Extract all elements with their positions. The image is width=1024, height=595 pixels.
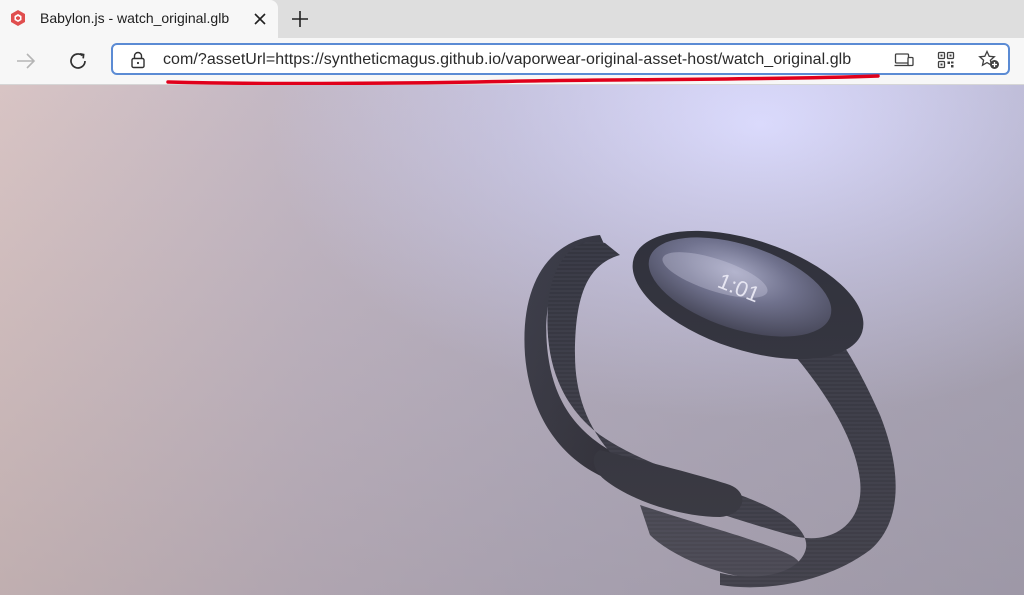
app-available-button[interactable] (892, 49, 916, 71)
babylonjs-logo-icon (11, 10, 25, 26)
arrow-right-icon (17, 53, 36, 69)
plus-icon (292, 11, 308, 27)
tab-close-button[interactable] (250, 9, 270, 29)
tab-babylon-viewer[interactable]: Babylon.js - watch_original.glb (0, 0, 278, 38)
app-install-icon (894, 53, 914, 67)
watch-3d-model[interactable]: 1:01 (0, 85, 1024, 595)
forward-button[interactable] (10, 46, 42, 76)
browser-toolbar: com/?assetUrl=https://syntheticmagus.git… (0, 38, 1024, 85)
qr-code-button[interactable] (934, 49, 958, 71)
add-favorite-button[interactable] (977, 49, 1001, 71)
lock-icon[interactable] (129, 51, 147, 69)
address-bar[interactable]: com/?assetUrl=https://syntheticmagus.git… (111, 43, 1010, 75)
tab-strip: Babylon.js - watch_original.glb (0, 0, 1024, 38)
browser-window: Babylon.js - watch_original.glb com/?ass… (0, 0, 1024, 595)
watch-band-tongue (593, 450, 743, 517)
star-add-icon (978, 50, 999, 69)
url-text[interactable]: com/?assetUrl=https://syntheticmagus.git… (163, 51, 851, 69)
new-tab-button[interactable] (286, 5, 314, 33)
qr-code-icon (937, 51, 955, 69)
reload-button[interactable] (62, 46, 94, 76)
babylon-render-canvas[interactable]: 1:01 (0, 85, 1024, 595)
refresh-icon (70, 52, 86, 69)
close-icon (254, 13, 266, 25)
tab-title: Babylon.js - watch_original.glb (40, 10, 230, 26)
